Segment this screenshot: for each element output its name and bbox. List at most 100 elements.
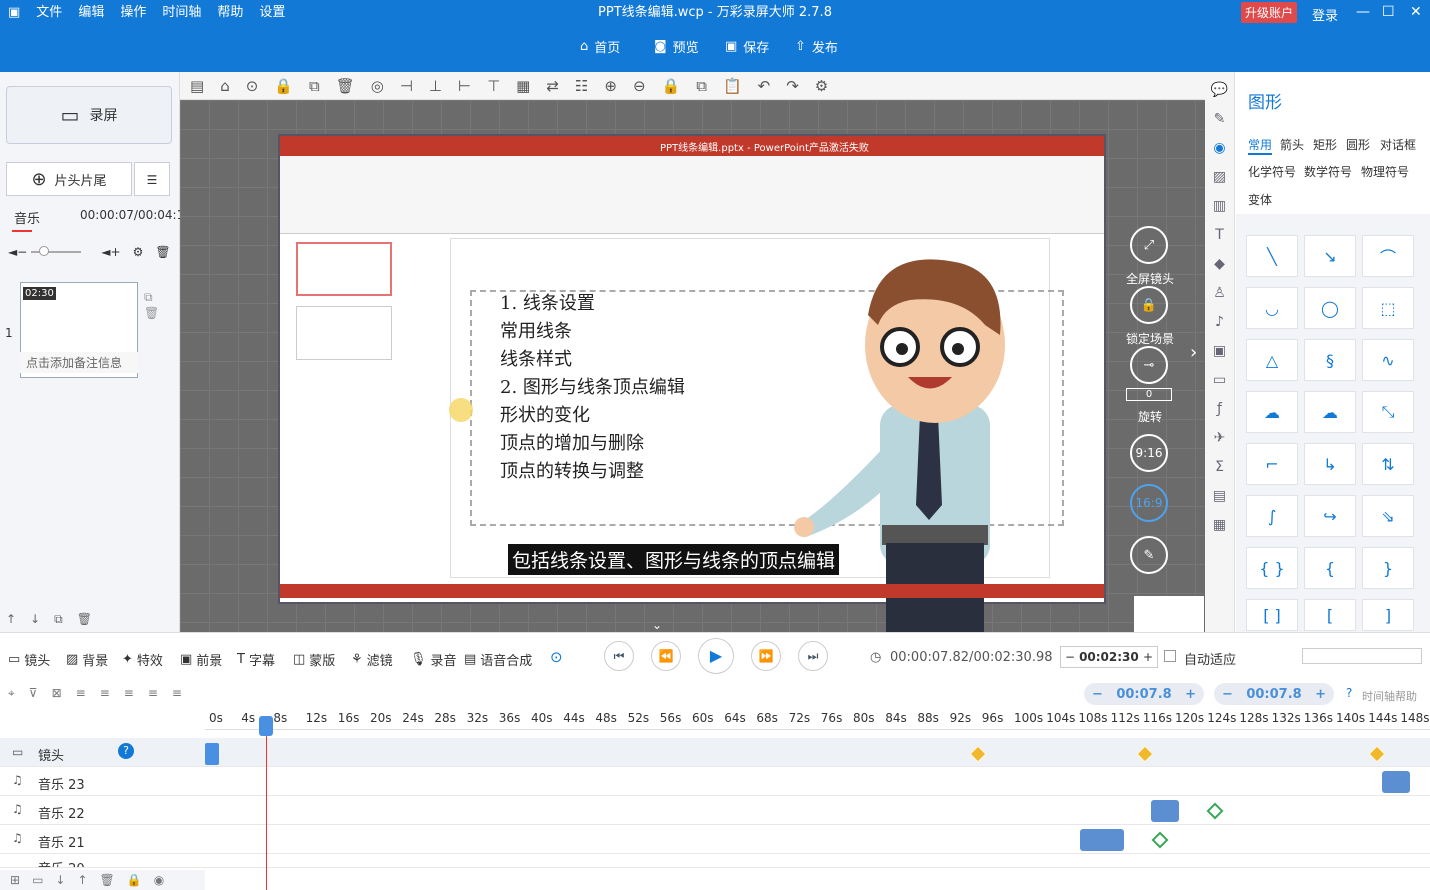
folder-icon[interactable]: ▭ [32,873,43,887]
shape-rect-icon[interactable]: ⬚ [1362,287,1414,329]
rotate-value[interactable]: 0 [1126,388,1172,401]
minus-icon[interactable]: − [1222,687,1233,702]
ratio-9-16-button[interactable]: 9:16 [1130,434,1168,472]
ratio-16-9-button[interactable]: 16:9 [1130,484,1168,522]
redo-icon[interactable]: ↷ [786,77,799,95]
cartoon-character[interactable] [790,255,1020,632]
text-icon[interactable]: T [1215,227,1224,243]
camera-icon[interactable]: ◎ [371,77,384,95]
menu-operate[interactable]: 操作 [112,0,154,26]
duration-value[interactable]: 00:02:30.9 [1079,650,1139,664]
minimize-icon[interactable]: — [1356,4,1370,20]
duplicate-icon[interactable]: ⧉ [54,612,63,627]
camera-tool[interactable]: ▭ 镜头 [8,650,50,669]
step-forward-button[interactable]: ⏩ [751,641,781,671]
plus-icon[interactable]: + [1315,687,1326,702]
arrow-down-icon[interactable]: ↓ [30,612,40,627]
flip-icon[interactable]: ⇄ [546,77,559,95]
track-music-22[interactable]: ♫ 音乐 22 [0,796,1430,825]
shape-squiggle-icon[interactable]: § [1304,339,1356,381]
record-button[interactable]: ▭ 录屏 [6,86,172,144]
arrow-down-icon[interactable]: ↓ [55,873,65,887]
zoom-in-icon[interactable]: ⊕ [604,77,617,95]
function-icon[interactable]: ƒ [1217,401,1222,417]
lock-scene-button[interactable]: 🔒 [1130,286,1168,324]
plane-icon[interactable]: ✈ [1214,430,1226,446]
volume-down-icon[interactable]: ◄− [8,245,27,259]
shape-right-brace-icon[interactable]: } [1362,547,1414,589]
category-arrow[interactable]: 箭头 [1280,136,1304,153]
next-scene-button[interactable]: ⏭ [798,641,828,671]
photo-icon[interactable]: ▣ [1213,343,1226,359]
shape-triangle-icon[interactable]: △ [1246,339,1298,381]
category-circle[interactable]: 圆形 [1346,136,1370,153]
preview-button[interactable]: ◙ 预览 [654,37,699,56]
note-input[interactable]: 点击添加备注信息 [20,352,138,373]
publish-button[interactable]: ⇧ 发布 [795,37,838,56]
category-chemistry[interactable]: 化学符号 [1248,163,1296,180]
lock-icon[interactable]: 🔒 [127,873,142,887]
close-icon[interactable]: ✕ [1410,4,1422,20]
help-icon[interactable]: ? [118,743,134,759]
delete-icon[interactable]: 🗑 [144,306,159,320]
shape-blob-icon[interactable]: ☁ [1246,391,1298,433]
rotate-dial[interactable]: ⊸ [1130,346,1168,384]
copy-icon[interactable]: ⧉ [696,77,707,95]
shape-left-bracket-icon[interactable]: [ [1304,599,1356,631]
filter-tool[interactable]: ⚘ 滤镜 [351,650,393,669]
shape-right-bracket-icon[interactable]: ] [1362,599,1414,631]
comment-icon[interactable]: 💬 [1211,82,1228,98]
shape-double-arrow-icon[interactable]: ⤡ [1362,391,1414,433]
folder-icon[interactable]: ▭ [1213,372,1226,388]
subtitle-tool[interactable]: T 字幕 [237,650,275,669]
upgrade-button[interactable]: 升级账户 [1241,2,1298,23]
paste-icon[interactable]: 📋 [723,77,742,95]
align-icon[interactable]: ≡ [148,686,158,701]
shape-line-icon[interactable]: ╲ [1246,235,1298,277]
align-center-icon[interactable]: ⊥ [429,77,442,95]
menu-file[interactable]: 文件 [28,0,70,26]
camera-clip[interactable] [205,743,219,765]
image-icon[interactable]: ▨ [1213,169,1226,185]
shape-s-double-icon[interactable]: ⇘ [1362,495,1414,537]
zoom-slider[interactable] [1302,648,1422,664]
volume-slider[interactable] [31,246,82,256]
shape-icon[interactable]: ◉ [1213,140,1225,156]
minus-icon[interactable]: − [1061,650,1079,664]
category-variant[interactable]: 变体 [1248,191,1272,208]
track-music-21[interactable]: ♫ 音乐 21 [0,825,1430,854]
character-icon[interactable]: ♙ [1213,285,1226,301]
minus-icon[interactable]: − [1092,687,1103,702]
printer-icon[interactable]: ▤ [1213,488,1226,504]
lock-icon[interactable]: 🔒 [274,77,293,95]
foreground-tool[interactable]: ▣ 前景 [180,650,222,669]
align-left-icon[interactable]: ⊣ [400,77,413,95]
maximize-icon[interactable]: ☐ [1382,4,1395,20]
play-button[interactable]: ▶ [698,638,734,674]
background-tool[interactable]: ▨ 背景 [66,650,108,669]
shape-elbow-double-icon[interactable]: ⇅ [1362,443,1414,485]
gallery-icon[interactable]: ▦ [1213,517,1226,533]
duration-stepper[interactable]: − 00:02:30.9 + [1060,646,1158,668]
record-audio-tool[interactable]: 🎙 录音 [410,650,457,669]
shape-s-arrow-icon[interactable]: ↪ [1304,495,1356,537]
head-tail-button[interactable]: ⊕ 片头片尾 [6,162,132,196]
subtitle-text[interactable]: 包括线条设置、图形与线条的顶点编辑 [508,544,840,575]
timeline-help[interactable]: 时间轴帮助 [1362,688,1417,704]
effect-tool[interactable]: ✦ 特效 [122,650,163,669]
fullscreen-camera-button[interactable]: ⤢ [1130,226,1168,264]
audio-clip[interactable] [1151,800,1179,822]
playhead[interactable] [266,716,267,890]
effect-keyframe[interactable] [1151,831,1169,849]
home-button[interactable]: ⌂ 首页 [580,37,620,56]
pen-icon[interactable]: ✎ [1214,111,1226,127]
login-button[interactable]: 登录 [1312,5,1338,24]
category-physics[interactable]: 物理符号 [1361,163,1409,180]
track-camera[interactable]: ▭ 镜头 ? [0,738,1430,767]
volume-handle[interactable] [39,246,50,256]
distribute-icon[interactable]: ▦ [516,77,530,95]
align-icon[interactable]: ≡ [76,686,86,701]
save-button[interactable]: ▣ 保存 [725,37,769,56]
step-back-button[interactable]: ⏪ [651,641,681,671]
playhead-handle[interactable] [259,716,273,736]
